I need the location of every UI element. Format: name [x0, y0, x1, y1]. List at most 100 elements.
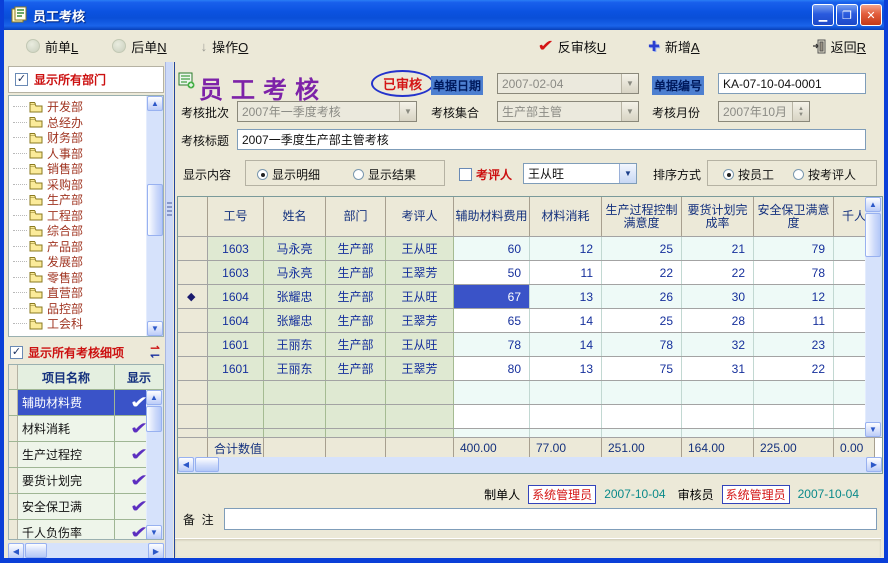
grid-num-cell[interactable]: 31	[682, 357, 754, 380]
totals-value[interactable]: 164.00	[682, 438, 754, 458]
item-row-辅助材料费[interactable]: 辅助材料费✔	[9, 390, 163, 416]
grid-num-cell[interactable]: 22	[682, 261, 754, 284]
grid-text-cell[interactable]: 生产部	[326, 261, 386, 284]
grid-text-cell[interactable]: 1603	[208, 237, 264, 260]
grid-text-cell[interactable]: 生产部	[326, 333, 386, 356]
grid-text-cell[interactable]: 生产部	[326, 285, 386, 308]
row-selector[interactable]	[178, 237, 208, 260]
swap-icon[interactable]: ⇀↽	[150, 345, 160, 359]
row-selector[interactable]: ◆	[178, 285, 208, 308]
grid-col-header[interactable]: 要货计划完成率	[682, 197, 754, 236]
grid-col-header[interactable]: 工号	[208, 197, 264, 236]
panel-splitter[interactable]	[165, 62, 173, 559]
grid-text-cell[interactable]: 生产部	[326, 357, 386, 380]
tree-item-零售部[interactable]: 零售部	[9, 270, 163, 286]
assessor-combo[interactable]: 王从旺▼	[523, 163, 637, 184]
grid-text-cell[interactable]: 王翠芳	[386, 309, 454, 332]
grid-num-cell[interactable]: 78	[454, 333, 530, 356]
grid-hscroll-right-icon[interactable]: ▶	[866, 457, 882, 472]
tree-scrollbar[interactable]: ▲ ▼	[146, 96, 163, 336]
grid-num-cell[interactable]: 78	[602, 333, 682, 356]
tree-item-采购部[interactable]: 采购部	[9, 177, 163, 193]
grid-num-cell[interactable]: 14	[530, 333, 602, 356]
grid-num-cell[interactable]: 22	[602, 261, 682, 284]
show-all-items-checkbox[interactable]: ✓	[10, 346, 23, 359]
grid-num-cell[interactable]: 78	[754, 261, 834, 284]
item-row-生产过程控[interactable]: 生产过程控✔	[9, 442, 163, 468]
totals-value[interactable]: 225.00	[754, 438, 834, 458]
next-doc-button[interactable]: 后单N	[104, 34, 174, 59]
unaudit-button[interactable]: ✔ 反审核U	[531, 33, 614, 59]
show-all-depts-checkbox[interactable]: ✓	[15, 73, 28, 86]
tree-item-发展部[interactable]: 发展部	[9, 254, 163, 270]
grid-num-cell[interactable]: 25	[602, 237, 682, 260]
row-selector[interactable]	[178, 261, 208, 284]
tree-item-生产部[interactable]: 生产部	[9, 192, 163, 208]
grid-col-header[interactable]: 部门	[326, 197, 386, 236]
remark-input[interactable]	[224, 508, 877, 530]
grid-num-cell[interactable]: 28	[682, 309, 754, 332]
left-hscroll-right-icon[interactable]: ▶	[148, 543, 164, 559]
grid-num-cell[interactable]: 32	[682, 333, 754, 356]
items-scroll-up-icon[interactable]: ▲	[146, 390, 162, 405]
combo-arrow-icon[interactable]: ▼	[399, 102, 416, 121]
tree-scroll-down-icon[interactable]: ▼	[147, 321, 163, 336]
grid-num-cell[interactable]: 13	[530, 285, 602, 308]
batch-combo[interactable]: 2007年一季度考核▼	[237, 101, 417, 122]
tree-item-品控部[interactable]: 品控部	[9, 301, 163, 317]
combo-arrow-icon[interactable]: ▼	[621, 74, 638, 93]
tree-item-人事部[interactable]: 人事部	[9, 146, 163, 162]
grid-text-cell[interactable]: 王从旺	[386, 237, 454, 260]
grid-num-cell[interactable]: 60	[454, 237, 530, 260]
grid-text-cell[interactable]: 生产部	[326, 237, 386, 260]
tree-item-工程部[interactable]: 工程部	[9, 208, 163, 224]
row-selector[interactable]	[178, 333, 208, 356]
totals-value[interactable]: 0.00	[834, 438, 875, 458]
radio-by-employee[interactable]: 按员工	[723, 166, 774, 183]
grid-num-cell[interactable]: 21	[682, 237, 754, 260]
row-selector[interactable]	[178, 309, 208, 332]
grid-hscroll[interactable]: ◀ ▶	[178, 457, 882, 473]
grid-scroll-down-icon[interactable]: ▼	[865, 422, 881, 437]
left-hscroll-left-icon[interactable]: ◀	[8, 543, 24, 559]
tree-item-直营部[interactable]: 直营部	[9, 285, 163, 301]
radio-show-result[interactable]: 显示结果	[353, 166, 416, 183]
grid-num-cell[interactable]: 26	[602, 285, 682, 308]
grid-empty-row[interactable]	[178, 405, 882, 429]
grid-num-cell[interactable]: 12	[530, 237, 602, 260]
grid-text-cell[interactable]: 1601	[208, 357, 264, 380]
grid-data-row[interactable]: 1601王丽东生产部王从旺7814783223	[178, 333, 882, 357]
minimize-button[interactable]: ▁	[812, 4, 834, 26]
grid-text-cell[interactable]: 1604	[208, 285, 264, 308]
grid-hscroll-thumb[interactable]	[195, 457, 219, 472]
radio-show-detail[interactable]: 显示明细	[257, 166, 320, 183]
grid-num-cell[interactable]: 14	[530, 309, 602, 332]
grid-col-header[interactable]: 考评人	[386, 197, 454, 236]
doc-date-combo[interactable]: 2007-02-04▼	[497, 73, 639, 94]
grid-text-cell[interactable]: 王丽东	[264, 333, 326, 356]
items-scroll-down-icon[interactable]: ▼	[146, 525, 162, 540]
grid-text-cell[interactable]: 王从旺	[386, 285, 454, 308]
grid-data-row[interactable]: 1601王丽东生产部王翠芳8013753122	[178, 357, 882, 381]
tree-item-开发部[interactable]: 开发部	[9, 99, 163, 115]
grid-data-row[interactable]: 1603马永亮生产部王翠芳5011222278	[178, 261, 882, 285]
left-hscroll-thumb[interactable]	[25, 543, 47, 558]
grid-num-cell[interactable]: 30	[682, 285, 754, 308]
grid-vscroll[interactable]: ▲ ▼	[865, 197, 882, 437]
month-spinner[interactable]: 2007年10月▲▼	[718, 101, 810, 122]
caption-input[interactable]: 2007一季度生产部主管考核	[237, 129, 866, 150]
grid-text-cell[interactable]: 1601	[208, 333, 264, 356]
totals-value[interactable]: 400.00	[454, 438, 530, 458]
grid-num-cell[interactable]: 11	[754, 309, 834, 332]
spinner-arrows-icon[interactable]: ▲▼	[792, 102, 809, 121]
action-menu-button[interactable]: ↓ 操作O	[193, 34, 257, 59]
grid-col-header[interactable]: 安全保卫满意度	[754, 197, 834, 236]
grid-col-header[interactable]: 辅助材料费用	[454, 197, 530, 236]
tree-scroll-thumb[interactable]	[147, 184, 163, 236]
grid-data-row[interactable]: ◆1604张耀忠生产部王从旺6713263012	[178, 285, 882, 309]
totals-value[interactable]: 251.00	[602, 438, 682, 458]
add-button[interactable]: ✚ 新增A	[640, 34, 707, 59]
grid-empty-row[interactable]	[178, 429, 882, 438]
item-row-千人负伤率[interactable]: 千人负伤率✔	[9, 520, 163, 540]
tree-item-销售部[interactable]: 销售部	[9, 161, 163, 177]
